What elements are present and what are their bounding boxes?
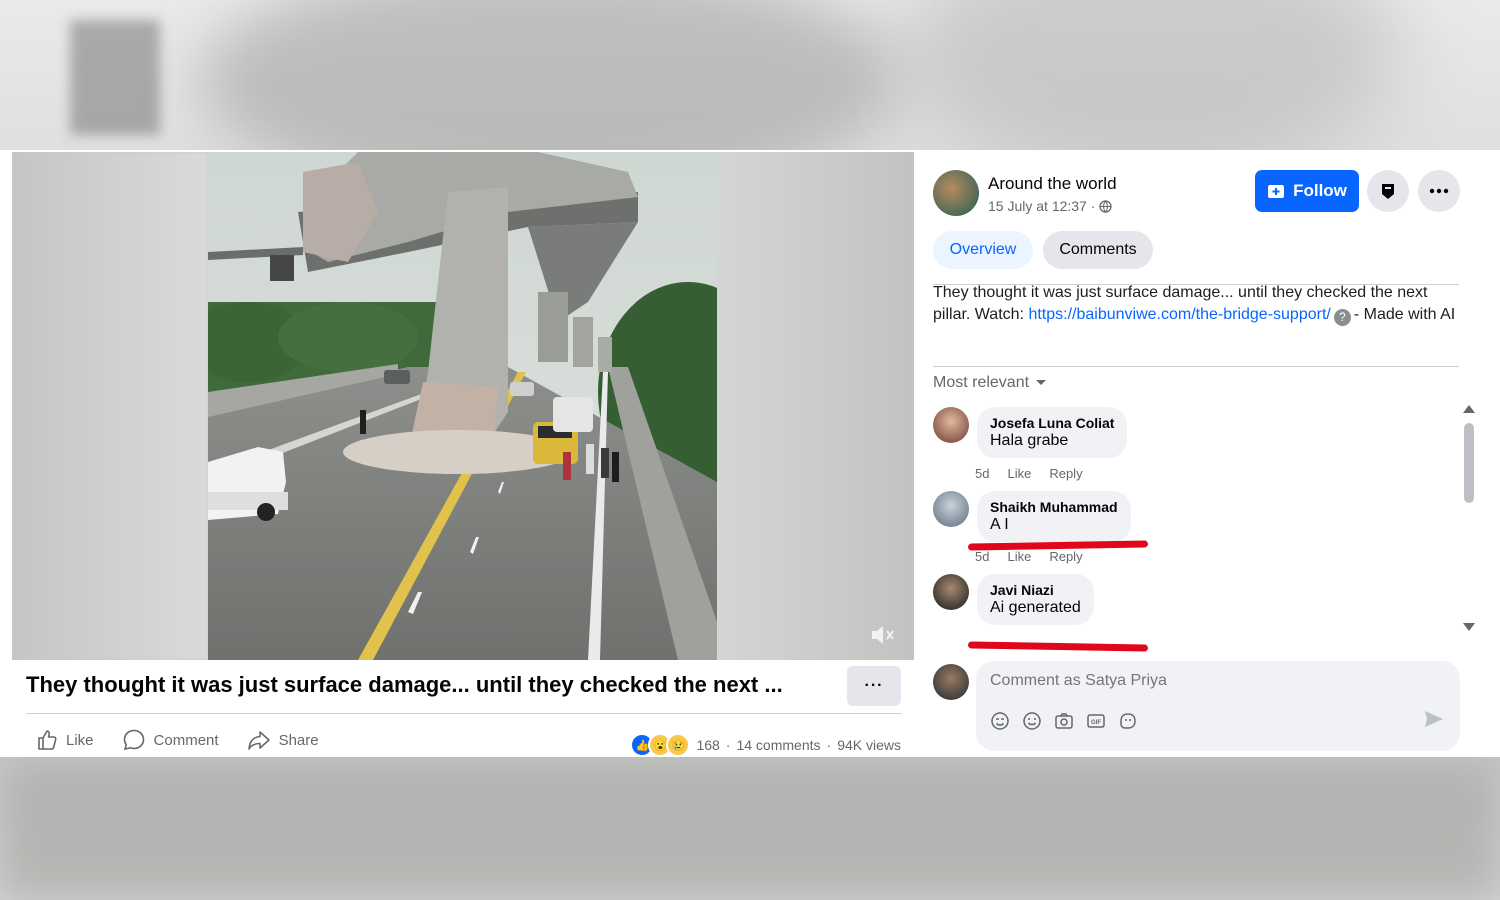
comment-label: Comment bbox=[153, 731, 219, 749]
divider bbox=[26, 713, 902, 714]
avatar[interactable] bbox=[933, 407, 969, 443]
more-icon bbox=[1429, 188, 1449, 194]
composer-tools: GIF bbox=[990, 711, 1138, 731]
description-suffix: - Made with AI bbox=[1353, 306, 1456, 323]
scroll-down-arrow[interactable] bbox=[1463, 623, 1475, 631]
avatar-sticker-icon[interactable] bbox=[1118, 711, 1138, 731]
share-button[interactable]: Share bbox=[247, 728, 319, 752]
comments-scrollbar[interactable] bbox=[1463, 405, 1475, 635]
comment-bubble: Josefa Luna Coliat Hala grabe bbox=[977, 407, 1128, 458]
reaction-count[interactable]: 168 bbox=[696, 737, 719, 753]
question-icon[interactable]: ? bbox=[1333, 309, 1351, 326]
reaction-icons: 👍 😮 😢 bbox=[630, 733, 691, 757]
comment-time[interactable]: 5d bbox=[975, 549, 989, 564]
avatar[interactable] bbox=[933, 664, 969, 700]
sticker-icon[interactable] bbox=[990, 711, 1010, 731]
post-description: They thought it was just surface damage.… bbox=[933, 282, 1463, 326]
tab-comments[interactable]: Comments bbox=[1043, 231, 1153, 269]
share-label: Share bbox=[278, 731, 319, 749]
comment-text: A I bbox=[990, 516, 1009, 533]
comment-author[interactable]: Javi Niazi bbox=[990, 582, 1081, 598]
comment-text: Hala grabe bbox=[990, 432, 1069, 449]
camera-icon[interactable] bbox=[1054, 711, 1074, 731]
comment-meta: 5d Like Reply bbox=[975, 549, 1083, 564]
sort-label: Most relevant bbox=[933, 374, 1030, 391]
comment-like-button[interactable]: Like bbox=[1007, 466, 1031, 481]
post-card: They thought it was just surface damage.… bbox=[0, 150, 1500, 757]
post-date: 15 July at 12:37 · bbox=[988, 198, 1096, 214]
comment-composer[interactable]: GIF bbox=[976, 661, 1460, 751]
bridge-collapse-scene bbox=[208, 152, 717, 660]
share-icon bbox=[247, 731, 270, 750]
avatar[interactable] bbox=[933, 574, 969, 610]
like-label: Like bbox=[66, 731, 94, 749]
comment-text: Ai generated bbox=[990, 599, 1081, 616]
comment-time[interactable]: 5d bbox=[975, 466, 989, 481]
description-link[interactable]: https://baibunviwe.com/the-bridge-suppor… bbox=[1028, 306, 1330, 323]
globe-icon bbox=[1099, 199, 1113, 213]
send-icon[interactable] bbox=[1424, 710, 1444, 733]
backdrop-blur-shape bbox=[70, 20, 160, 135]
follow-label: Follow bbox=[1293, 181, 1347, 200]
mute-icon[interactable] bbox=[870, 624, 896, 646]
post-sidebar: Around the world 15 July at 12:37 · Foll… bbox=[918, 150, 1478, 757]
scroll-thumb[interactable] bbox=[1464, 423, 1474, 503]
sad-reaction-icon: 😢 bbox=[666, 733, 691, 757]
chevron-down-icon bbox=[1036, 380, 1047, 385]
comment-input[interactable] bbox=[990, 672, 1390, 690]
views-count: 94K views bbox=[837, 737, 901, 753]
divider bbox=[933, 366, 1459, 367]
bookmark-icon bbox=[1382, 184, 1394, 199]
separator: · bbox=[725, 737, 731, 753]
comment-icon bbox=[123, 729, 144, 751]
post-title: They thought it was just surface damage.… bbox=[26, 672, 783, 697]
comment-sort-dropdown[interactable]: Most relevant bbox=[933, 374, 1047, 392]
red-underline-annotation bbox=[967, 641, 1149, 652]
comment-author[interactable]: Josefa Luna Coliat bbox=[990, 415, 1114, 431]
scroll-up-arrow[interactable] bbox=[1463, 405, 1475, 413]
like-button[interactable]: Like bbox=[36, 728, 94, 752]
post-timestamp[interactable]: 15 July at 12:37 · bbox=[988, 198, 1113, 214]
emoji-icon[interactable] bbox=[1022, 711, 1042, 731]
page-name[interactable]: Around the world bbox=[988, 174, 1117, 194]
tab-overview[interactable]: Overview bbox=[933, 231, 1033, 269]
comment-button[interactable]: Comment bbox=[122, 728, 219, 752]
save-button[interactable] bbox=[1367, 170, 1409, 212]
post-actions: Like Comment Share bbox=[36, 728, 319, 752]
comment-bubble: Javi Niazi Ai generated bbox=[977, 574, 1094, 625]
post-stats[interactable]: 👍 😮 😢 168 · 14 comments · 94K views bbox=[630, 733, 901, 757]
backdrop-blur-shape bbox=[0, 760, 1500, 900]
video-player[interactable] bbox=[12, 152, 914, 660]
more-options-button[interactable] bbox=[1418, 170, 1460, 212]
separator: · bbox=[826, 737, 832, 753]
comment-reply-button[interactable]: Reply bbox=[1049, 466, 1082, 481]
like-icon bbox=[38, 730, 57, 750]
comment-reply-button[interactable]: Reply bbox=[1049, 549, 1082, 564]
comments-count[interactable]: 14 comments bbox=[736, 737, 820, 753]
more-options-button[interactable]: ··· bbox=[847, 666, 901, 706]
comment-author[interactable]: Shaikh Muhammad bbox=[990, 499, 1118, 515]
comment-like-button[interactable]: Like bbox=[1007, 549, 1031, 564]
video-blur-right bbox=[717, 152, 914, 660]
gif-icon[interactable]: GIF bbox=[1086, 711, 1106, 731]
page-avatar[interactable] bbox=[933, 170, 979, 216]
video-blur-left bbox=[12, 152, 208, 660]
follow-icon bbox=[1268, 185, 1285, 198]
comment-bubble: Shaikh Muhammad A I bbox=[977, 491, 1131, 542]
comment-meta: 5d Like Reply bbox=[975, 466, 1083, 481]
avatar[interactable] bbox=[933, 491, 969, 527]
video-frame[interactable] bbox=[208, 152, 717, 660]
follow-button[interactable]: Follow bbox=[1255, 170, 1359, 212]
svg-text:GIF: GIF bbox=[1091, 720, 1101, 726]
